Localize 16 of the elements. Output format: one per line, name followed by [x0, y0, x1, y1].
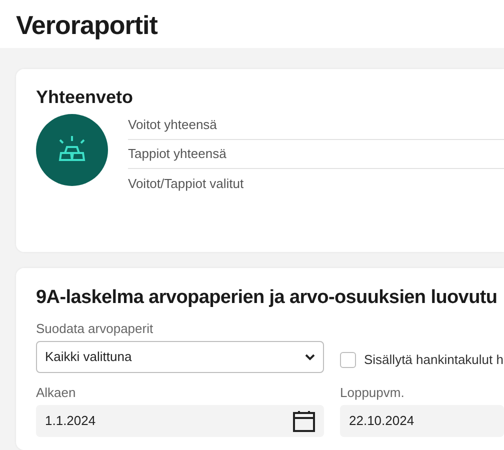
summary-label: Voitot/Tappiot valitut: [128, 174, 244, 193]
chevron-down-icon: [305, 354, 315, 360]
page-title: Veroraportit: [16, 9, 159, 42]
field-label: Alkaen: [36, 384, 76, 402]
summary-label: Voitot yhteensä: [128, 116, 217, 134]
start-date-field[interactable]: 1.1.2024: [36, 405, 324, 437]
calendar-icon[interactable]: [293, 410, 315, 432]
summary-label: Tappiot yhteensä: [128, 145, 226, 164]
field-label: Loppupvm.: [340, 384, 404, 402]
card-title: 9A-laskelma arvopaperien ja arvo-osuuksien luovutu: [36, 286, 498, 310]
filter-dropdown[interactable]: Kaikki valittuna: [36, 341, 324, 373]
end-date-field[interactable]: 22.10.2024: [340, 405, 504, 437]
checkbox[interactable]: [340, 352, 356, 368]
field-label: Suodata arvopaperit: [36, 320, 154, 338]
checkbox-label: Sisällytä hankintakulut h: [364, 350, 504, 369]
card-title: Yhteenveto: [36, 86, 134, 108]
